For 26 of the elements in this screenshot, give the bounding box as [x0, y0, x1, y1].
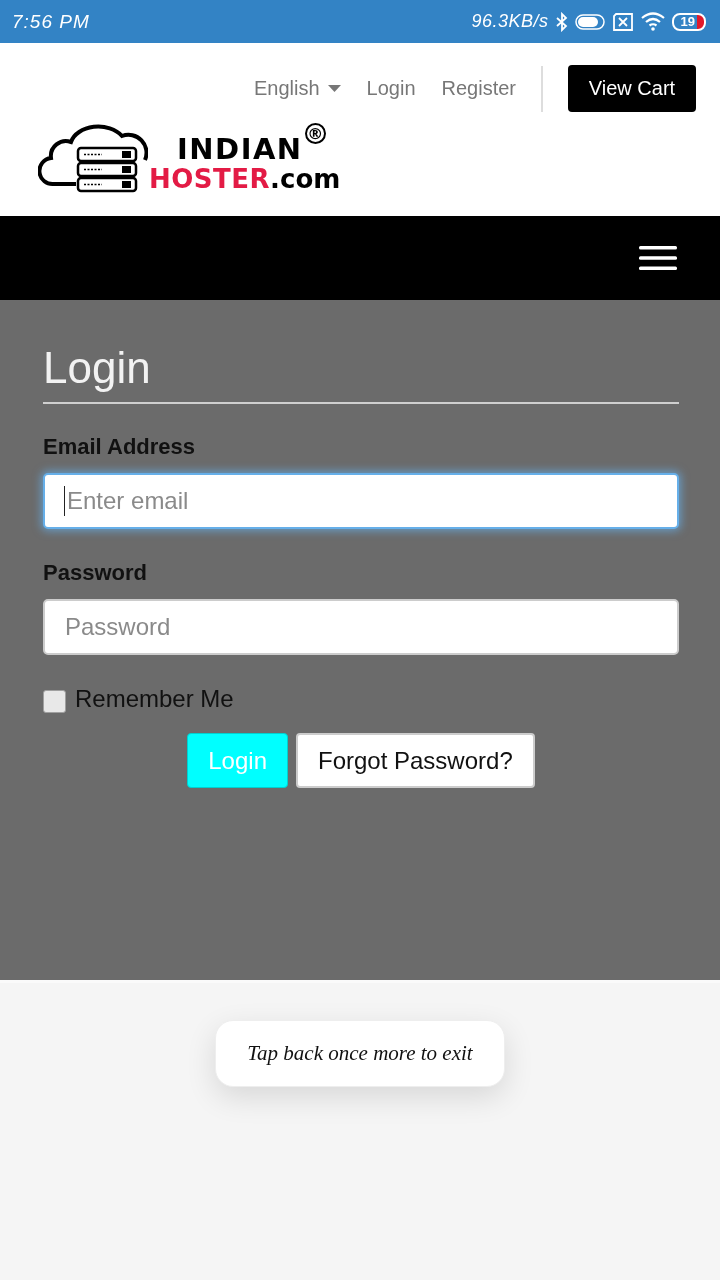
header-link[interactable]: Register [441, 77, 516, 100]
menu-icon[interactable] [639, 246, 677, 270]
registered-mark: ® [304, 123, 326, 144]
pill-icon [574, 12, 605, 31]
network-speed: 96.3KB/s [471, 11, 549, 32]
checkbox-label: Remember Me [75, 685, 234, 713]
forgot-password-button[interactable]: Forgot Password? [296, 733, 535, 788]
crossed-box-icon [611, 12, 634, 31]
language-dropdown[interactable]: English [253, 77, 341, 100]
email-input[interactable]: Enter email [43, 473, 679, 529]
view-cart-button[interactable]: View Cart [568, 65, 696, 112]
password-input[interactable]: Password [43, 599, 679, 655]
page-title: Login [43, 342, 152, 394]
logo-text: HOSTER [149, 166, 271, 192]
wifi-icon [640, 12, 665, 31]
remember-checkbox[interactable] [43, 689, 66, 713]
logo-text: INDIAN [177, 135, 303, 164]
field-label: Email Address [43, 433, 197, 461]
status-time: 7:56 PM [12, 10, 90, 33]
toast-message: Tap back once more to exit [215, 1020, 505, 1087]
bluetooth-icon [555, 11, 568, 32]
caret-icon [327, 85, 341, 92]
header-link[interactable]: Login [366, 77, 416, 100]
battery-indicator: 19 [671, 12, 706, 31]
field-label: Password [43, 559, 148, 587]
logo-domain-suffix: .com [270, 166, 341, 192]
